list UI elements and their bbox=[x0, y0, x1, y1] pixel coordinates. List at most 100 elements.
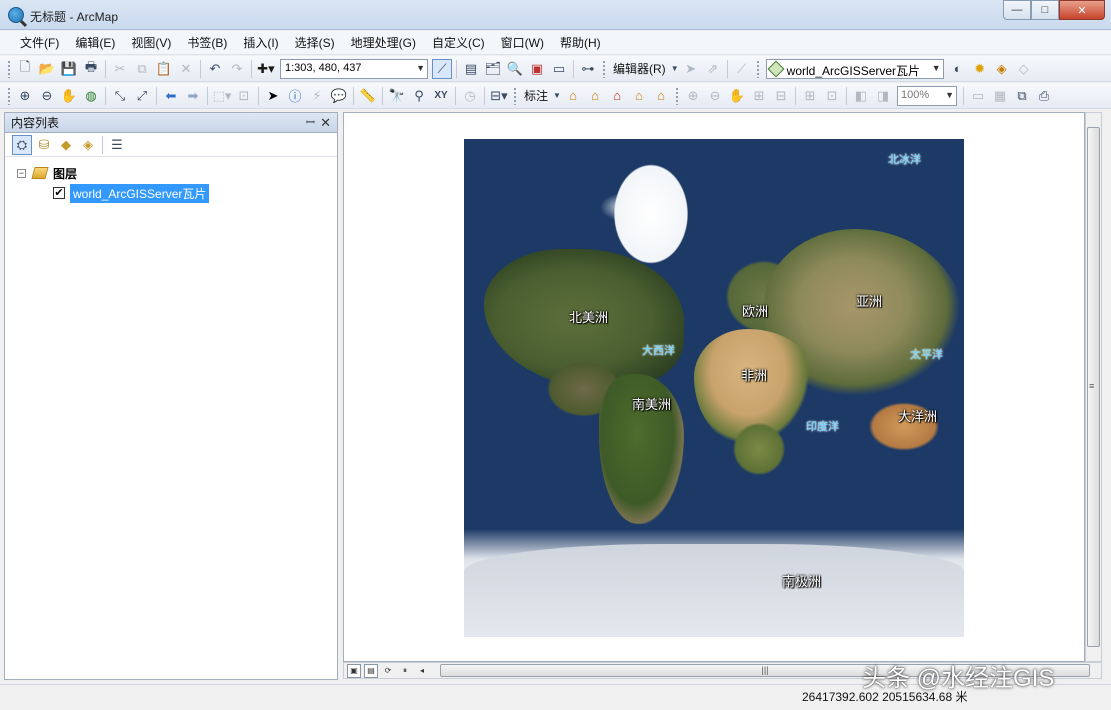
menu-view[interactable]: 视图(V) bbox=[123, 31, 179, 55]
label-weight-icon[interactable]: ⌂ bbox=[607, 86, 627, 106]
select-features-icon[interactable]: ⬚▾ bbox=[212, 86, 232, 106]
select-elements-arrow-icon[interactable]: ➤ bbox=[263, 86, 283, 106]
zoom-out-icon[interactable]: ⊖ bbox=[37, 86, 57, 106]
list-by-selection-icon[interactable]: ◈ bbox=[78, 135, 98, 155]
add-data-icon[interactable]: ✚▾ bbox=[256, 59, 276, 79]
vertical-scrollbar[interactable]: ≡ bbox=[1085, 112, 1102, 662]
toolbar-grip[interactable] bbox=[7, 59, 11, 78]
zoom-whole-page-icon[interactable]: ⊞ bbox=[800, 86, 820, 106]
menu-selection[interactable]: 选择(S) bbox=[287, 31, 343, 55]
measure-icon[interactable]: 📏 bbox=[358, 86, 378, 106]
contrast-icon[interactable]: ◐ bbox=[948, 59, 968, 79]
menu-insert[interactable]: 插入(I) bbox=[235, 31, 286, 55]
menu-windows[interactable]: 窗口(W) bbox=[493, 31, 552, 55]
toolbar-grip[interactable] bbox=[7, 86, 11, 105]
scroll-left-icon[interactable]: ◂ bbox=[415, 664, 429, 678]
list-by-drawing-order-icon[interactable]: ⛭ bbox=[12, 134, 32, 155]
pan-hand-icon[interactable]: ✋ bbox=[59, 86, 79, 106]
edit-annotation-icon[interactable]: ⇗ bbox=[703, 59, 723, 79]
search-window-icon[interactable]: 🔍 bbox=[505, 59, 525, 79]
list-by-source-icon[interactable]: ⛁ bbox=[34, 135, 54, 155]
menu-edit[interactable]: 编辑(E) bbox=[67, 31, 123, 55]
paste-icon[interactable]: 📋 bbox=[154, 59, 174, 79]
collapse-icon[interactable]: − bbox=[17, 168, 26, 178]
forward-arrow-icon[interactable]: ➡ bbox=[183, 86, 203, 106]
close-button[interactable]: ✕ bbox=[1059, 0, 1105, 20]
cut-icon[interactable]: ✂ bbox=[110, 59, 130, 79]
arctoolbox-icon[interactable]: ▣ bbox=[527, 59, 547, 79]
html-popup-icon[interactable]: 💬 bbox=[329, 86, 349, 106]
layout-forward-icon[interactable]: ◨ bbox=[873, 86, 893, 106]
layout-zoom-out-icon[interactable]: ⊖ bbox=[705, 86, 725, 106]
identify-icon[interactable]: ⓘ bbox=[285, 86, 305, 106]
pause-labeling-icon[interactable]: ⌂ bbox=[651, 86, 671, 106]
undo-icon[interactable]: ↶ bbox=[205, 59, 225, 79]
layer-group-row[interactable]: − 图层 bbox=[5, 163, 337, 183]
layout-back-icon[interactable]: ◧ bbox=[851, 86, 871, 106]
layout-fixed-zoom-out-icon[interactable]: ⊟ bbox=[771, 86, 791, 106]
world-imagery-map[interactable]: 北冰洋 北美洲 欧洲 亚洲 大西洋 太平洋 非洲 南美洲 大洋洲 印度洋 南极洲 bbox=[464, 139, 964, 637]
data-view-icon[interactable]: ▣ bbox=[347, 663, 361, 678]
editor-toolbar-icon[interactable]: ⟋ bbox=[432, 58, 452, 79]
toc-options-icon[interactable]: ☰ bbox=[107, 135, 127, 155]
brightness-icon[interactable]: ✹ bbox=[970, 59, 990, 79]
go-to-xy-icon[interactable]: XY bbox=[431, 86, 451, 106]
refresh-icon[interactable]: ⟳ bbox=[381, 664, 395, 678]
layer-row[interactable]: ✔ world_ArcGISServer瓦片 bbox=[5, 183, 337, 203]
layout-fixed-zoom-in-icon[interactable]: ⊞ bbox=[749, 86, 769, 106]
data-driven-pages-icon[interactable]: ⎙ bbox=[1034, 86, 1054, 106]
list-by-visibility-icon[interactable]: ◆ bbox=[56, 135, 76, 155]
layout-pan-icon[interactable]: ✋ bbox=[727, 86, 747, 106]
close-icon[interactable]: ✕ bbox=[320, 113, 331, 133]
python-window-icon[interactable]: ▭ bbox=[549, 59, 569, 79]
menu-help[interactable]: 帮助(H) bbox=[552, 31, 609, 55]
fixed-zoom-out-icon[interactable]: ⤢ bbox=[132, 86, 152, 106]
time-slider-icon[interactable]: ◷ bbox=[460, 86, 480, 106]
fixed-zoom-in-icon[interactable]: ⤡ bbox=[110, 86, 130, 106]
print-icon[interactable]: 🖶 bbox=[81, 59, 101, 79]
pin-icon[interactable]: ꟷ bbox=[306, 113, 315, 133]
zoom-100-icon[interactable]: ⊡ bbox=[822, 86, 842, 106]
map-scale-dropdown[interactable]: 1:303, 480, 437 ▼ bbox=[280, 58, 428, 79]
clear-selection-icon[interactable]: ⊡ bbox=[234, 86, 254, 106]
focus-data-frame-icon[interactable]: ▦ bbox=[990, 86, 1010, 106]
layer-visibility-checkbox[interactable]: ✔ bbox=[53, 187, 65, 199]
layout-view-icon[interactable]: ▤ bbox=[364, 663, 378, 678]
toolbar-grip[interactable] bbox=[675, 86, 680, 105]
maximize-button[interactable]: □ bbox=[1031, 0, 1059, 20]
toggle-draft-mode-icon[interactable]: ▭ bbox=[968, 86, 988, 106]
find-binoculars-icon[interactable]: 🔭 bbox=[387, 86, 407, 106]
swipe-icon[interactable]: ◇ bbox=[1014, 59, 1034, 79]
redo-icon[interactable]: ↷ bbox=[227, 59, 247, 79]
full-extent-globe-icon[interactable]: ◍ bbox=[81, 86, 101, 106]
lock-labels-icon[interactable]: ⌂ bbox=[629, 86, 649, 106]
straight-segment-icon[interactable]: ⟋ bbox=[732, 59, 752, 79]
layout-zoom-in-icon[interactable]: ⊕ bbox=[683, 86, 703, 106]
hyperlink-icon[interactable]: ⚡ bbox=[307, 86, 327, 106]
delete-icon[interactable]: ✕ bbox=[176, 59, 196, 79]
labeling-menu[interactable]: 标注 bbox=[520, 87, 552, 104]
change-layout-icon[interactable]: ⧉ bbox=[1012, 86, 1032, 106]
toolbar-grip[interactable] bbox=[513, 86, 517, 105]
table-of-contents-icon[interactable]: ▤ bbox=[461, 59, 481, 79]
menu-bookmarks[interactable]: 书签(B) bbox=[179, 31, 235, 55]
menu-file[interactable]: 文件(F) bbox=[12, 31, 67, 55]
zoom-in-icon[interactable]: ⊕ bbox=[15, 86, 35, 106]
toolbar-grip[interactable] bbox=[602, 59, 606, 78]
toolbar-grip[interactable] bbox=[755, 59, 760, 78]
map-display[interactable]: 北冰洋 北美洲 欧洲 亚洲 大西洋 太平洋 非洲 南美洲 大洋洲 印度洋 南极洲 bbox=[343, 112, 1085, 662]
menu-customize[interactable]: 自定义(C) bbox=[424, 31, 493, 55]
model-builder-icon[interactable]: ⊶ bbox=[578, 59, 598, 79]
save-icon[interactable]: 💾 bbox=[59, 59, 79, 79]
pause-drawing-icon[interactable]: ⏸ bbox=[398, 664, 412, 678]
back-arrow-icon[interactable]: ⬅ bbox=[161, 86, 181, 106]
minimize-button[interactable]: — bbox=[1003, 0, 1031, 20]
label-priority-icon[interactable]: ⌂ bbox=[585, 86, 605, 106]
editor-menu[interactable]: 编辑器(R) bbox=[609, 60, 670, 77]
create-viewer-window-icon[interactable]: ⊟▾ bbox=[489, 86, 509, 106]
open-folder-icon[interactable]: 📂 bbox=[37, 59, 57, 79]
edit-tool-icon[interactable]: ➤ bbox=[681, 59, 701, 79]
layout-zoom-dropdown[interactable]: 100% ▼ bbox=[897, 85, 958, 106]
copy-icon[interactable]: ⧉ bbox=[132, 59, 152, 79]
transparency-icon[interactable]: ◈ bbox=[992, 59, 1012, 79]
